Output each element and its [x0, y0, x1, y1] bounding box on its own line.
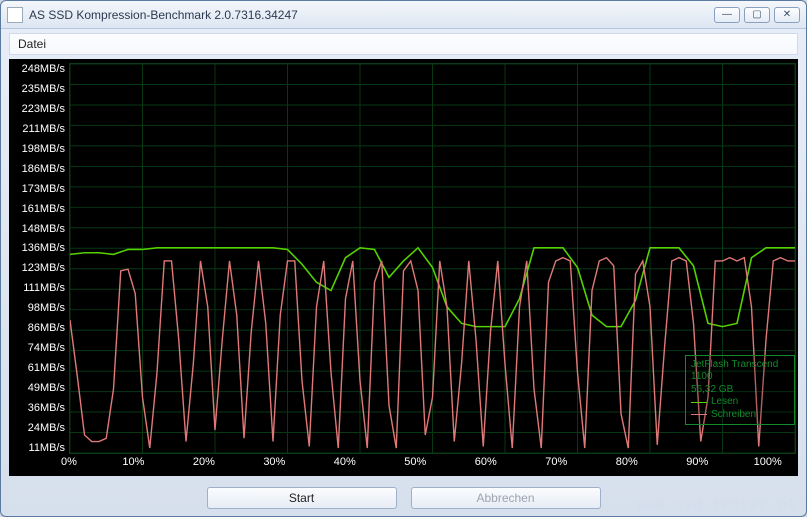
window: AS SSD Kompression-Benchmark 2.0.7316.34…	[0, 0, 807, 517]
y-tick: 223MB/s	[9, 103, 65, 115]
y-tick: 161MB/s	[9, 203, 65, 215]
x-tick: 0%	[61, 456, 77, 474]
x-tick: 80%	[616, 456, 638, 474]
plot: JetFlash Transcend 1100 56,32 GB Lesen S…	[69, 63, 796, 454]
legend-capacity: 56,32 GB	[691, 384, 789, 397]
legend-write-line	[691, 414, 707, 415]
menu-file[interactable]: Datei	[18, 37, 46, 51]
chart-area: 248MB/s 235MB/s 223MB/s 211MB/s 198MB/s 186MB…	[9, 59, 798, 476]
y-tick: 11MB/s	[9, 442, 65, 454]
legend-write: Schreiben	[691, 409, 789, 422]
x-tick: 20%	[193, 456, 215, 474]
y-tick: 123MB/s	[9, 262, 65, 274]
x-axis-labels: 0%10%20%30%40%50%60%70%80%90%100%	[69, 456, 796, 474]
y-tick: 235MB/s	[9, 83, 65, 95]
y-tick: 74MB/s	[9, 342, 65, 354]
y-tick: 61MB/s	[9, 362, 65, 374]
maximize-button[interactable]: ▢	[744, 7, 770, 23]
y-tick: 98MB/s	[9, 302, 65, 314]
legend-box: JetFlash Transcend 1100 56,32 GB Lesen S…	[685, 355, 795, 426]
y-tick: 111MB/s	[9, 282, 65, 294]
cancel-button: Abbrechen	[411, 487, 601, 509]
y-tick: 136MB/s	[9, 242, 65, 254]
legend-device: JetFlash Transcend 1100	[691, 359, 789, 384]
legend-read-label: Lesen	[711, 396, 738, 409]
y-tick: 86MB/s	[9, 322, 65, 334]
legend-read: Lesen	[691, 396, 789, 409]
menubar: Datei	[9, 33, 798, 55]
y-tick: 211MB/s	[9, 123, 65, 135]
x-tick: 10%	[122, 456, 144, 474]
titlebar[interactable]: AS SSD Kompression-Benchmark 2.0.7316.34…	[1, 1, 806, 29]
start-button[interactable]: Start	[207, 487, 397, 509]
y-tick: 36MB/s	[9, 402, 65, 414]
y-axis-labels: 248MB/s 235MB/s 223MB/s 211MB/s 198MB/s 186MB…	[9, 63, 69, 454]
y-tick: 49MB/s	[9, 382, 65, 394]
watermark: www.ssd-tester.pl	[637, 498, 797, 514]
y-tick: 173MB/s	[9, 183, 65, 195]
y-tick: 24MB/s	[9, 422, 65, 434]
app-icon	[7, 7, 23, 23]
legend-read-line	[691, 402, 707, 403]
y-tick: 198MB/s	[9, 143, 65, 155]
y-tick: 186MB/s	[9, 163, 65, 175]
x-tick: 70%	[545, 456, 567, 474]
x-tick: 90%	[686, 456, 708, 474]
close-button[interactable]: ✕	[774, 7, 800, 23]
x-tick: 50%	[404, 456, 426, 474]
x-tick: 100%	[754, 456, 782, 474]
minimize-button[interactable]: —	[714, 7, 740, 23]
x-tick: 60%	[475, 456, 497, 474]
y-tick: 248MB/s	[9, 63, 65, 75]
window-title: AS SSD Kompression-Benchmark 2.0.7316.34…	[29, 8, 710, 22]
y-tick: 148MB/s	[9, 223, 65, 235]
x-tick: 40%	[334, 456, 356, 474]
x-tick: 30%	[263, 456, 285, 474]
legend-write-label: Schreiben	[711, 409, 756, 422]
